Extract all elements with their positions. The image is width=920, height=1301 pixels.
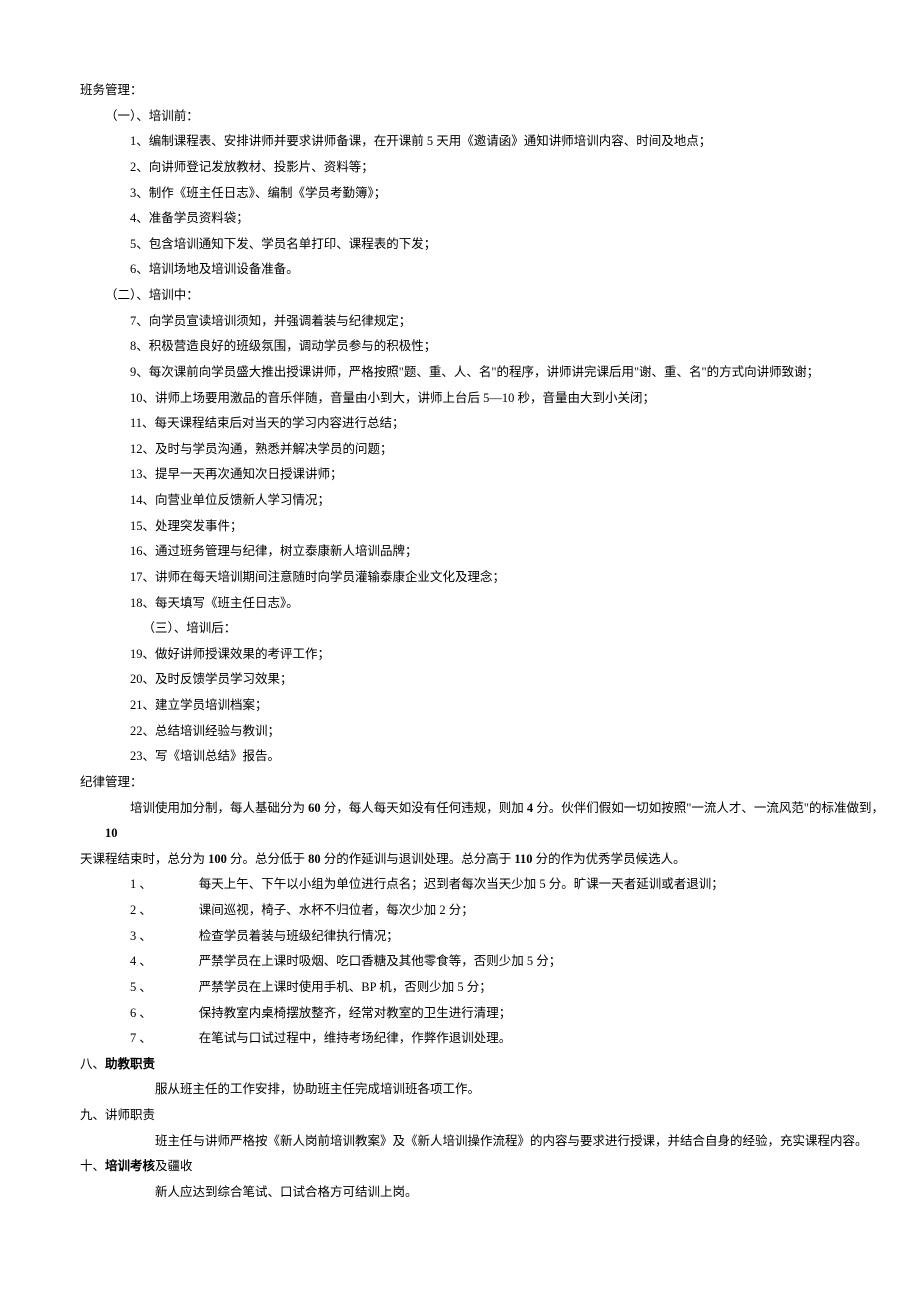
s2-item: 12、及时与学员沟通，熟悉并解决学员的问题； — [80, 437, 890, 463]
h10-heading: 十、培训考核及疆收 — [80, 1154, 890, 1180]
text: 课间巡视，椅子、水杯不归位者，每次少加 2 分； — [199, 903, 474, 917]
num-80: 80 — [308, 852, 321, 866]
s1-item: 4、准备学员资料袋； — [80, 206, 890, 232]
text: 检查学员着装与班级纪律执行情况； — [199, 929, 399, 943]
text: 保持教室内桌椅摆放整齐，经常对教室的卫生进行清理； — [199, 1006, 512, 1020]
h8-body: 服从班主任的工作安排，协助班主任完成培训班各项工作。 — [80, 1077, 890, 1103]
document-page: 班务管理： （一）、培训前： 1、编制课程表、安排讲师并要求讲师备课，在开课前 … — [0, 0, 920, 1266]
h10-suffix: 及疆收 — [155, 1159, 193, 1173]
s1-item: 2、向讲师登记发放教材、投影片、资料等； — [80, 155, 890, 181]
s1-item: 3、制作《班主任日志》、编制《学员考勤簿》； — [80, 181, 890, 207]
s2-item: 17、讲师在每天培训期间注意随时向学员灌输泰康企业文化及理念； — [80, 565, 890, 591]
num-100: 100 — [208, 852, 227, 866]
h9-body: 班主任与讲师严格按《新人岗前培训教案》及《新人培训操作流程》的内容与要求进行授课… — [80, 1129, 890, 1155]
s2-item: 13、提早一天再次通知次日授课讲师； — [80, 462, 890, 488]
section-1-heading: （一）、培训前： — [80, 104, 890, 130]
jilu-list: 1 、每天上午、下午以小组为单位进行点名；迟到者每次当天少加 5 分。旷课一天者… — [80, 872, 890, 1051]
jilu-heading: 纪律管理： — [80, 770, 890, 796]
text: 分。总分低于 — [227, 852, 308, 866]
s2-item: 18、每天填写《班主任日志》。 — [80, 591, 890, 617]
text: 严禁学员在上课时使用手机、BP 机，否则少加 5 分； — [199, 980, 492, 994]
jilu-item: 3 、检查学员着装与班级纪律执行情况； — [130, 924, 890, 950]
num-110: 110 — [514, 852, 532, 866]
text: 分的作延训与退训处理。总分高于 — [321, 852, 515, 866]
s2-item: 15、处理突发事件； — [80, 514, 890, 540]
idx: 5 、 — [130, 975, 199, 1001]
text: 天课程结束时，总分为 — [80, 852, 208, 866]
s2-item: 11、每天课程结束后对当天的学习内容进行总结； — [80, 411, 890, 437]
section-2-heading: （二）、培训中： — [80, 283, 890, 309]
idx: 3 、 — [130, 924, 199, 950]
num-60: 60 — [308, 801, 321, 815]
s3-item: 23、写《培训总结》报告。 — [80, 744, 890, 770]
idx: 7 、 — [130, 1026, 199, 1052]
text: 在笔试与口试过程中，维持考场纪律，作弊作退训处理。 — [199, 1031, 512, 1045]
h8-pre: 八、 — [80, 1057, 105, 1071]
jilu-item: 4 、严禁学员在上课时吸烟、吃口香糖及其他零食等，否则少加 5 分； — [130, 949, 890, 975]
num-10: 10 — [105, 826, 118, 840]
h10-pre: 十、 — [80, 1159, 105, 1173]
s3-item: 22、总结培训经验与教训； — [80, 719, 890, 745]
h9-heading: 九、讲师职责 — [80, 1103, 890, 1129]
jilu-intro-line1: 培训使用加分制，每人基础分为 60 分，每人每天如没有任何违规，则加 4 分。伙… — [80, 796, 890, 847]
idx: 1 、 — [130, 872, 199, 898]
section-3-heading: （三）、培训后： — [80, 616, 890, 642]
text: 分，每人每天如没有任何违规，则加 — [321, 801, 527, 815]
jilu-item: 5 、严禁学员在上课时使用手机、BP 机，否则少加 5 分； — [130, 975, 890, 1001]
s2-item: 14、向营业单位反馈新人学习情况； — [80, 488, 890, 514]
idx: 4 、 — [130, 949, 199, 975]
text: 分的作为优秀学员候选人。 — [532, 852, 685, 866]
jilu-item: 6 、保持教室内桌椅摆放整齐，经常对教室的卫生进行清理； — [130, 1001, 890, 1027]
s2-item: 7、向学员宣读培训须知，并强调着装与纪律规定； — [80, 309, 890, 335]
jilu-item: 2 、课间巡视，椅子、水杯不归位者，每次少加 2 分； — [130, 898, 890, 924]
text: 培训使用加分制，每人基础分为 — [130, 801, 308, 815]
s2-item: 16、通过班务管理与纪律，树立泰康新人培训品牌； — [80, 539, 890, 565]
idx: 6 、 — [130, 1001, 199, 1027]
jilu-item: 7 、在笔试与口试过程中，维持考场纪律，作弊作退训处理。 — [130, 1026, 890, 1052]
h8-bold: 助教职责 — [105, 1057, 155, 1071]
h10-body: 新人应达到综合笔试、口试合格方可结训上岗。 — [80, 1180, 890, 1206]
text: 每天上午、下午以小组为单位进行点名；迟到者每次当天少加 5 分。旷课一天者延训或… — [199, 877, 724, 891]
s2-item: 10、讲师上场要用激品的音乐伴随，音量由小到大，讲师上台后 5—10 秒，音量由… — [80, 386, 890, 412]
s1-item: 5、包含培训通知下发、学员名单打印、课程表的下发； — [80, 232, 890, 258]
idx: 2 、 — [130, 898, 199, 924]
jilu-item: 1 、每天上午、下午以小组为单位进行点名；迟到者每次当天少加 5 分。旷课一天者… — [130, 872, 890, 898]
h8-heading: 八、助教职责 — [80, 1052, 890, 1078]
s1-item: 1、编制课程表、安排讲师并要求讲师备课，在开课前 5 天用《邀请函》通知讲师培训… — [80, 129, 890, 155]
jilu-intro-line2: 天课程结束时，总分为 100 分。总分低于 80 分的作延训与退训处理。总分高于… — [80, 847, 890, 873]
s3-item: 20、及时反馈学员学习效果； — [80, 667, 890, 693]
text: 分。伙伴们假如一切如按照"一流人才、一流风范"的标准做到， — [533, 801, 884, 815]
s2-item: 8、积极营造良好的班级氛围，调动学员参与的积极性； — [80, 334, 890, 360]
banwu-heading: 班务管理： — [80, 78, 890, 104]
text: 严禁学员在上课时吸烟、吃口香糖及其他零食等，否则少加 5 分； — [199, 954, 562, 968]
s1-item: 6、培训场地及培训设备准备。 — [80, 257, 890, 283]
h10-bold: 培训考核 — [105, 1159, 155, 1173]
s3-item: 21、建立学员培训档案； — [80, 693, 890, 719]
s3-item: 19、做好讲师授课效果的考评工作； — [80, 642, 890, 668]
s2-item: 9、每次课前向学员盛大推出授课讲师，严格按照"题、重、人、名"的程序，讲师讲完课… — [80, 360, 890, 386]
